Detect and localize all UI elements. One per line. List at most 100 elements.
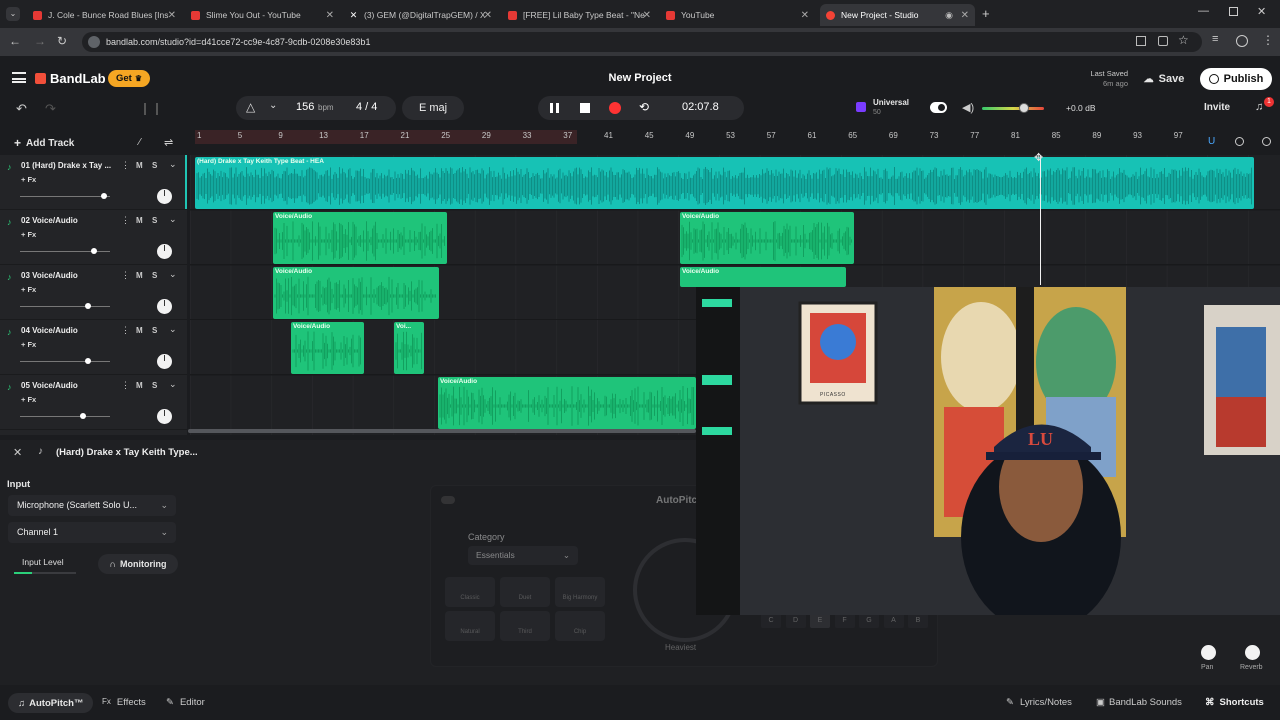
mute-button[interactable]: M [136,326,143,335]
bandlab-logo[interactable]: BandLab [35,71,106,86]
tab-autopitch[interactable]: ♫ AutoPitch™ [8,693,94,713]
save-button[interactable]: ☁ Save [1136,68,1192,90]
timeline-ruler[interactable]: 1 5 9 13 17 21 25 29 33 37 41 45 49 53 57 61 65 69 73 77 81 8… [195,130,1280,144]
chevron-down-icon[interactable]: ⌄ [169,269,177,280]
mastering-toggle[interactable] [930,102,947,113]
media-icon[interactable]: ≡ [1212,33,1218,45]
volume-slider[interactable] [20,193,110,199]
preset-button[interactable]: Third [500,611,550,641]
channel-select[interactable]: Channel 1 ⌄ [8,522,176,543]
close-tab-icon[interactable]: ✕ [168,10,176,21]
voice-audio-clip[interactable]: Voice/Audio [680,212,854,264]
undo-icon[interactable]: ↶ [16,101,27,117]
track-menu-icon[interactable]: ⋮ [121,160,130,171]
preset-button[interactable]: Chip [555,611,605,641]
volume-slider[interactable] [20,303,110,309]
browser-tab[interactable]: Slime You Out - YouTube ✕ [185,4,340,26]
autopitch-toggle[interactable] [441,496,455,504]
pan-knob[interactable] [157,189,172,204]
bookmark-star-icon[interactable]: ☆ [1178,33,1189,47]
key-button[interactable]: E [810,613,830,628]
url-field[interactable]: bandlab.com/studio?id=d41cce72-cc9e-4c87… [82,32,1202,52]
add-fx-button[interactable]: + Fx [21,230,36,239]
notification-bell-icon[interactable]: ♫ 1 [1255,97,1274,113]
bandlab-sounds-button[interactable]: ▣ BandLab Sounds [1096,697,1182,708]
preset-button[interactable]: Big Harmony [555,577,605,607]
voice-audio-clip[interactable]: Voice/Audio [273,267,439,319]
voice-audio-clip[interactable]: Voice/Audio [680,267,846,287]
preset-button[interactable]: Duet [500,577,550,607]
preset-button[interactable]: Classic [445,577,495,607]
track-menu-icon[interactable]: ⋮ [121,215,130,226]
publish-button[interactable]: Publish [1200,68,1272,90]
tempo-settings[interactable]: △ ⌄ 156 bpm 4 / 4 [236,96,396,120]
invite-button[interactable]: Invite [1204,102,1230,113]
get-membership-button[interactable]: Get ♛ [108,70,150,87]
track-header[interactable]: ♪ 05 Voice/Audio + Fx ⋮ M S ⌄ [0,375,187,430]
shortcuts-button[interactable]: ⌘ Shortcuts [1205,697,1264,708]
redo-icon[interactable]: ↷ [45,101,56,117]
browser-tab[interactable]: [FREE] Lil Baby Type Beat - "Ne ✕ [502,4,657,26]
pan-knob[interactable] [157,354,172,369]
mute-button[interactable]: M [136,161,143,170]
wand-icon[interactable]: ⁄ [139,137,141,148]
lyrics-notes-button[interactable]: ✎ Lyrics/Notes [1006,697,1072,708]
track-settings-icon[interactable]: ⇌ [164,136,173,149]
add-fx-button[interactable]: + Fx [21,175,36,184]
zoom-out-icon[interactable] [1235,137,1244,146]
browser-tab-active[interactable]: New Project - Studio ◉ ✕ [820,4,975,26]
chevron-down-icon[interactable]: ⌄ [169,159,177,170]
track-header[interactable]: ♪ 03 Voice/Audio + Fx ⋮ M S ⌄ [0,265,187,320]
pan-knob[interactable] [157,299,172,314]
track-menu-icon[interactable]: ⋮ [121,380,130,391]
site-info-icon[interactable] [88,36,100,48]
browser-tab[interactable]: ✕ (3) GEM (@DigitalTrapGEM) / X ✕ [343,4,498,26]
snap-magnet-icon[interactable]: U [1208,136,1215,147]
add-track-button[interactable]: + Add Track [14,136,74,150]
monitoring-button[interactable]: ∩ Monitoring [98,554,178,574]
track-header[interactable]: ♪ 02 Voice/Audio + Fx ⋮ M S ⌄ [0,210,187,265]
solo-button[interactable]: S [152,161,157,170]
pan-knob[interactable] [1201,645,1216,660]
key-button[interactable]: F [834,613,855,628]
voice-audio-clip[interactable]: Voi... [394,322,424,374]
preset-button[interactable]: Natural [445,611,495,641]
volume-knob[interactable] [1019,103,1029,113]
back-icon[interactable]: ← [9,34,21,48]
track-name[interactable]: 04 Voice/Audio [21,326,78,335]
key-button[interactable]: C [761,613,781,628]
chevron-down-icon[interactable]: ⌄ [169,214,177,225]
reload-icon[interactable]: ↻ [57,34,67,48]
tab-editor[interactable]: ✎ Editor [166,697,205,708]
pause-button[interactable] [550,103,559,113]
hamburger-menu-icon[interactable] [12,72,26,83]
stop-button[interactable] [580,103,590,113]
minimize-button[interactable]: — [1198,5,1209,17]
voice-audio-clip[interactable]: Voice/Audio [438,377,696,429]
master-volume-slider[interactable] [982,103,1044,113]
key-button[interactable]: A [883,613,904,628]
key-button[interactable]: B [908,613,928,628]
track-menu-icon[interactable]: ⋮ [121,270,130,281]
maximize-button[interactable] [1229,7,1238,16]
solo-button[interactable]: S [152,271,157,280]
track-name[interactable]: 02 Voice/Audio [21,216,78,225]
horizontal-scrollbar[interactable] [188,429,696,433]
track-header[interactable]: ♪ 01 (Hard) Drake x Tay ... + Fx ⋮ M S ⌄ [0,155,187,210]
volume-slider-knob[interactable] [84,303,91,309]
chevron-down-icon[interactable]: ⌄ [269,100,277,111]
volume-slider[interactable] [20,248,110,254]
browser-tab[interactable]: YouTube ✕ [660,4,815,26]
new-tab-button[interactable]: + [982,6,990,21]
key-selector[interactable]: E maj [402,96,464,120]
add-fx-button[interactable]: + Fx [21,285,36,294]
mixer-icon[interactable] [144,103,158,115]
close-tab-icon[interactable]: ✕ [484,10,492,21]
install-icon[interactable] [1158,36,1168,46]
close-tab-icon[interactable]: ✕ [961,10,969,21]
close-window-button[interactable]: ✕ [1257,5,1266,18]
extension-icon[interactable] [1136,36,1146,46]
bpm-value[interactable]: 156 [296,101,314,113]
mute-button[interactable]: M [136,271,143,280]
loop-region[interactable] [195,130,577,144]
